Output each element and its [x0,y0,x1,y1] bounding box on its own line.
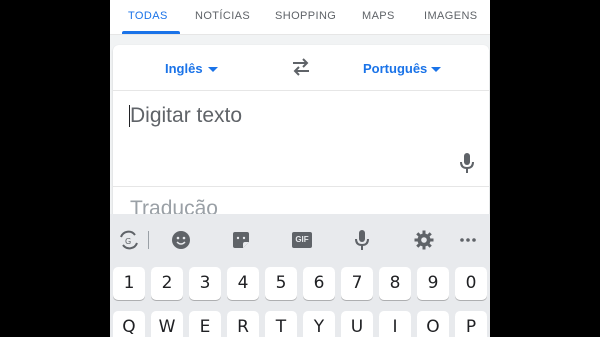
key-9[interactable]: 9 [417,267,449,300]
tab-todas[interactable]: TODAS [128,10,168,22]
swap-languages-icon[interactable] [291,58,311,76]
tab-shopping[interactable]: SHOPPING [275,10,336,22]
key-i[interactable]: I [379,311,411,337]
source-language-dropdown-icon[interactable] [208,67,218,72]
tab-imagens[interactable]: IMAGENS [424,10,478,22]
settings-icon[interactable] [414,230,434,250]
key-2[interactable]: 2 [151,267,183,300]
key-t[interactable]: T [265,311,297,337]
gif-icon[interactable]: GIF [292,232,312,248]
on-screen-keyboard: G GIF 1 2 3 4 5 6 7 8 9 0 Q W E R T Y U … [110,214,490,337]
emoji-icon[interactable] [171,230,191,250]
source-language-button[interactable]: Inglês [165,61,203,76]
input-placeholder: Digitar texto [130,104,243,127]
key-r[interactable]: R [227,311,259,337]
key-8[interactable]: 8 [379,267,411,300]
mic-icon[interactable] [355,230,369,251]
key-u[interactable]: U [341,311,373,337]
key-o[interactable]: O [417,311,449,337]
key-w[interactable]: W [151,311,183,337]
language-selector-row: Inglês Português [113,45,489,91]
key-4[interactable]: 4 [227,267,259,300]
key-q[interactable]: Q [113,311,145,337]
key-y[interactable]: Y [303,311,335,337]
key-5[interactable]: 5 [265,267,297,300]
tab-maps[interactable]: MAPS [362,10,395,22]
target-language-button[interactable]: Português [363,61,427,76]
target-language-dropdown-icon[interactable] [431,67,441,72]
search-tabs: TODAS NOTÍCIAS SHOPPING MAPS IMAGENS [110,0,490,35]
key-p[interactable]: P [455,311,487,337]
svg-text:G: G [125,237,131,246]
active-tab-indicator [122,31,180,34]
text-input-area[interactable]: Digitar texto [113,91,489,187]
key-7[interactable]: 7 [341,267,373,300]
key-0[interactable]: 0 [455,267,487,300]
sticker-icon[interactable] [231,230,251,250]
key-6[interactable]: 6 [303,267,335,300]
translate-icon[interactable]: G [118,230,140,250]
key-e[interactable]: E [189,311,221,337]
toolbar-divider [148,231,149,249]
microphone-icon[interactable] [460,153,474,173]
key-3[interactable]: 3 [189,267,221,300]
more-icon[interactable] [460,238,476,242]
key-1[interactable]: 1 [113,267,145,300]
tab-noticias[interactable]: NOTÍCIAS [195,10,250,22]
phone-screen: TODAS NOTÍCIAS SHOPPING MAPS IMAGENS Ing… [110,0,490,337]
